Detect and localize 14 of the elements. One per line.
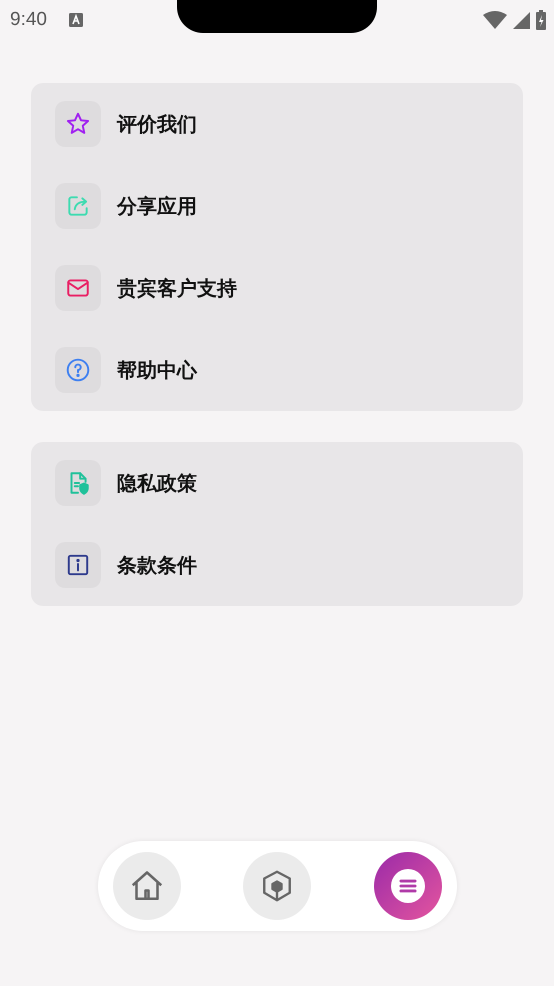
battery-icon [536,10,546,30]
status-time: 9:40 [10,9,47,31]
menu-icon [390,869,424,903]
menu-nav-button[interactable] [374,852,442,920]
menu-item-label[interactable]: 评价我们 [117,110,197,138]
menu-item-label[interactable]: 贵宾客户支持 [117,274,237,302]
home-nav-button[interactable] [112,852,180,920]
menu-item-label[interactable]: 隐私政策 [117,470,197,496]
menu-item-label[interactable]: 帮助中心 [117,356,197,384]
menu-item-label[interactable]: 条款条件 [117,552,197,578]
wifi-icon [483,11,507,29]
menu-item-label[interactable]: 分享应用 [117,192,197,220]
signal-icon [513,12,530,28]
keyboard-icon [68,13,83,27]
